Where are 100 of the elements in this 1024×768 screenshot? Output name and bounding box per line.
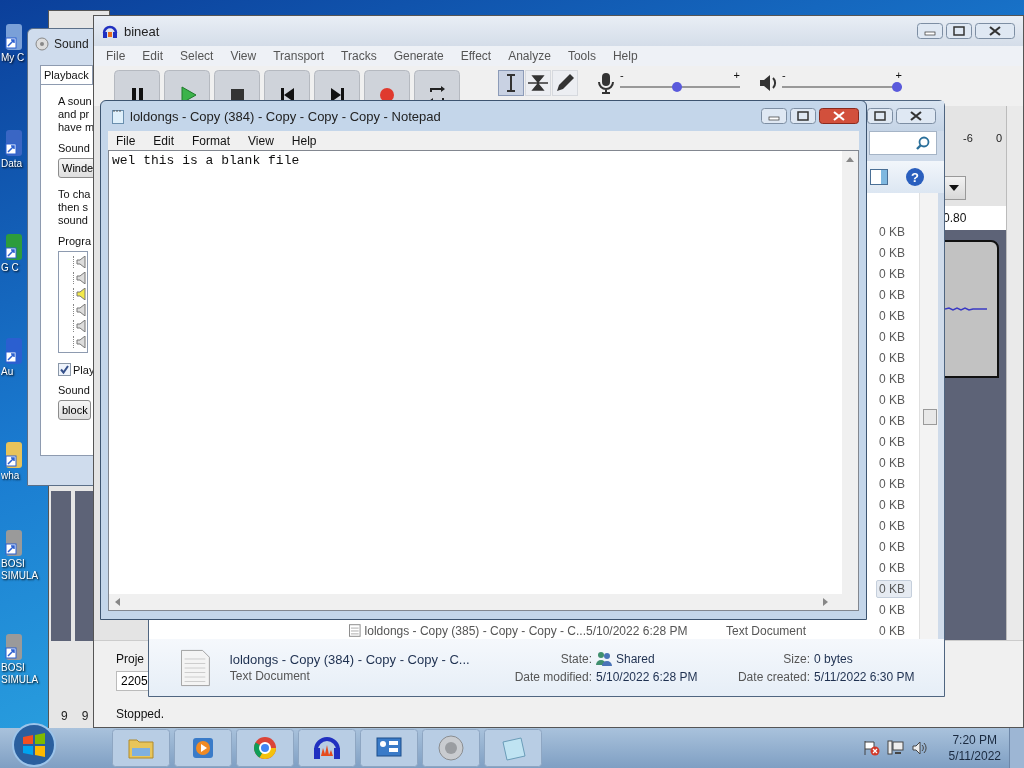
checkbox[interactable] bbox=[58, 363, 71, 376]
menu-item[interactable]: Transport bbox=[273, 49, 325, 63]
shortcut-icon[interactable] bbox=[4, 232, 24, 262]
dropdown-field[interactable] bbox=[943, 176, 966, 200]
preview-pane-icon[interactable] bbox=[870, 169, 888, 185]
file-size[interactable]: 0 KB bbox=[876, 453, 912, 472]
plus-label: + bbox=[733, 70, 740, 80]
flag-icon[interactable] bbox=[862, 740, 881, 756]
slider-thumb[interactable] bbox=[892, 82, 902, 92]
menu-item[interactable]: Effect bbox=[460, 49, 492, 63]
menu-item[interactable]: Help bbox=[612, 49, 638, 63]
close-button[interactable] bbox=[896, 108, 936, 124]
file-size[interactable]: 0 KB bbox=[876, 579, 912, 598]
envelope-tool-button[interactable] bbox=[525, 70, 551, 96]
file-size[interactable]: 0 KB bbox=[876, 285, 912, 304]
minus-label: - bbox=[782, 70, 786, 80]
scroll-bar[interactable] bbox=[919, 193, 938, 639]
control-panel-icon[interactable] bbox=[360, 729, 418, 767]
media-player-icon[interactable] bbox=[174, 729, 232, 767]
menu-item[interactable]: Tools bbox=[567, 49, 596, 63]
file-size[interactable]: 0 KB bbox=[876, 432, 912, 451]
scroll-bar[interactable] bbox=[1006, 106, 1023, 640]
microphone-icon[interactable] bbox=[596, 72, 616, 94]
file-size[interactable]: 0 KB bbox=[876, 369, 912, 388]
maximize-button[interactable] bbox=[790, 108, 816, 124]
file-size[interactable]: 0 KB bbox=[876, 474, 912, 493]
minimize-button[interactable] bbox=[761, 108, 787, 124]
notepad-icon bbox=[112, 108, 124, 124]
file-type: Text Document bbox=[229, 669, 311, 683]
desktop-icon-label[interactable]: BOSI SIMULA bbox=[1, 558, 45, 582]
shortcut-icon[interactable] bbox=[4, 528, 24, 558]
scroll-bar[interactable] bbox=[842, 151, 858, 594]
menu-item[interactable]: Edit bbox=[142, 49, 164, 63]
menu-item[interactable]: Select bbox=[180, 49, 214, 63]
menu-item[interactable]: File bbox=[106, 49, 126, 63]
shortcut-icon[interactable] bbox=[4, 128, 24, 158]
file-size[interactable]: 0 KB bbox=[876, 222, 912, 241]
file-size[interactable]: 0 KB bbox=[876, 264, 912, 283]
clock[interactable]: 7:20 PM 5/11/2022 bbox=[948, 732, 1001, 764]
file-size[interactable]: 0 KB bbox=[876, 558, 912, 577]
desktop-icon-label[interactable]: wha bbox=[1, 470, 20, 482]
menu-item[interactable]: Generate bbox=[393, 49, 444, 63]
playback-tab[interactable]: Playback bbox=[40, 65, 93, 84]
file-size[interactable]: 0 KB bbox=[876, 600, 912, 619]
menu-item[interactable]: View bbox=[230, 49, 257, 63]
file-size[interactable]: 0 KB bbox=[876, 621, 912, 639]
waveform-drawing bbox=[945, 306, 987, 312]
status-text: 9 bbox=[61, 709, 68, 723]
menu-item[interactable]: Format bbox=[192, 133, 231, 148]
dropdown-field[interactable]: block bbox=[58, 400, 91, 420]
browser-icon[interactable] bbox=[236, 729, 294, 767]
speaker-icon[interactable] bbox=[758, 72, 778, 94]
file-size[interactable]: 0 KB bbox=[876, 390, 912, 409]
menu-item[interactable]: Analyze bbox=[508, 49, 551, 63]
volume-icon[interactable] bbox=[910, 740, 929, 756]
file-size[interactable]: 0 KB bbox=[876, 327, 912, 346]
menu-item[interactable]: Edit bbox=[153, 133, 175, 148]
maximize-button[interactable] bbox=[946, 23, 972, 39]
desktop-icon-label[interactable]: Au bbox=[1, 366, 14, 378]
desktop-icon-label[interactable]: Data bbox=[1, 158, 23, 170]
file-type: Text Document bbox=[726, 623, 808, 638]
scroll-bar[interactable] bbox=[109, 594, 858, 610]
search-field[interactable] bbox=[869, 131, 937, 155]
file-size[interactable]: 0 KB bbox=[876, 537, 912, 556]
file-date: 5/10/2022 6:28 PM bbox=[586, 623, 689, 638]
file-size[interactable]: 0 KB bbox=[876, 516, 912, 535]
desktop-icon-label[interactable]: G C bbox=[1, 262, 19, 274]
close-button[interactable] bbox=[975, 23, 1015, 39]
close-button[interactable] bbox=[819, 108, 859, 124]
file-size[interactable]: 0 KB bbox=[876, 306, 912, 325]
help-button[interactable]: ? bbox=[906, 168, 924, 186]
file-size[interactable]: 0 KB bbox=[876, 243, 912, 262]
file-size[interactable]: 0 KB bbox=[876, 411, 912, 430]
property-value: 5/10/2022 6:28 PM bbox=[596, 670, 699, 684]
program-event-list[interactable] bbox=[58, 251, 88, 353]
speaker-icon bbox=[76, 256, 86, 268]
file-size[interactable]: 0 KB bbox=[876, 495, 912, 514]
meter-tick-label: 0 bbox=[995, 132, 1002, 146]
selection-tool-button[interactable] bbox=[498, 70, 524, 96]
shortcut-icon[interactable] bbox=[4, 336, 24, 366]
file-name: loldongs - Copy (385) - Copy - Copy - C... bbox=[364, 623, 586, 638]
meter-tick-label: -6 bbox=[963, 132, 973, 146]
headphones-icon[interactable] bbox=[298, 729, 356, 767]
shortcut-icon[interactable] bbox=[4, 22, 24, 52]
property-label: State: bbox=[559, 651, 592, 666]
pencil-tool-button[interactable] bbox=[552, 70, 578, 96]
shortcut-icon[interactable] bbox=[4, 440, 24, 470]
menu-item[interactable]: View bbox=[248, 133, 274, 148]
slider-thumb[interactable] bbox=[671, 82, 682, 92]
minimize-button[interactable] bbox=[917, 23, 943, 39]
menu-item[interactable]: Help bbox=[291, 133, 317, 148]
desktop-icon-label[interactable]: My C bbox=[1, 52, 25, 64]
file-size[interactable]: 0 KB bbox=[876, 348, 912, 367]
menu-item[interactable]: Tracks bbox=[341, 49, 377, 63]
shortcut-icon[interactable] bbox=[4, 632, 24, 662]
network-icon[interactable] bbox=[886, 740, 905, 756]
status-text: Stopped. bbox=[116, 707, 165, 721]
menu-item[interactable]: File bbox=[116, 133, 136, 148]
maximize-button[interactable] bbox=[867, 108, 893, 124]
scroll-thumb[interactable] bbox=[923, 409, 937, 425]
